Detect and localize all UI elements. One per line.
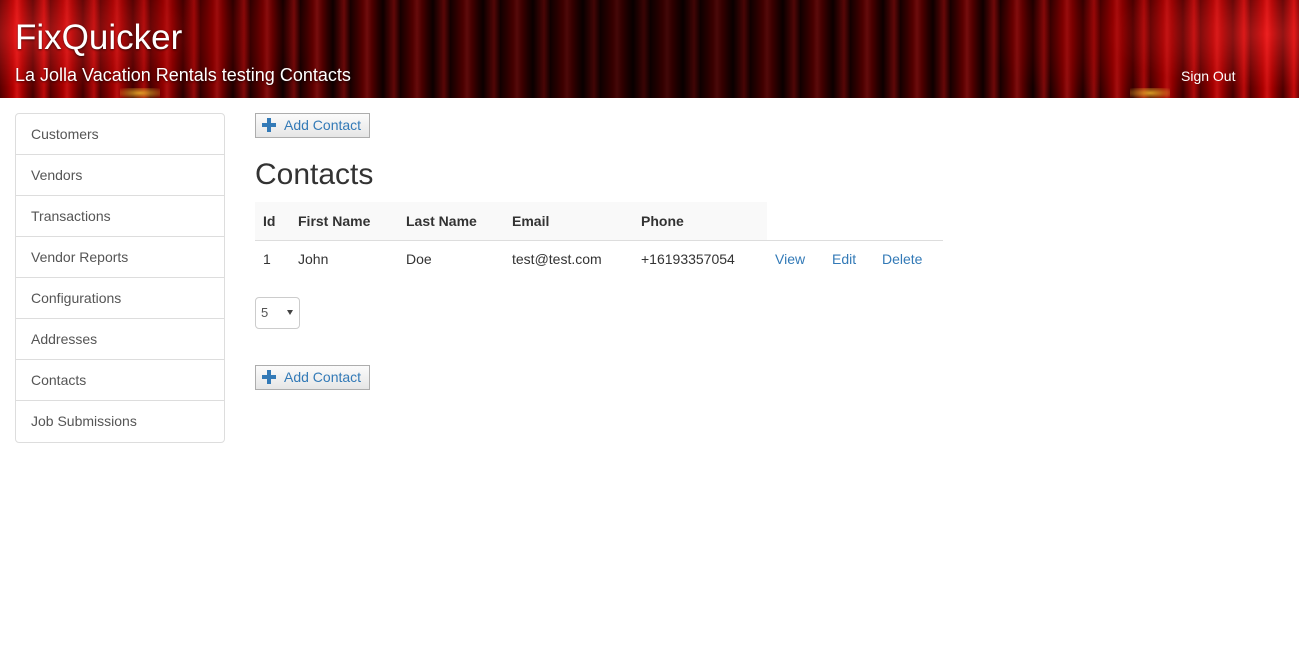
delete-link[interactable]: Delete: [874, 240, 943, 277]
sidebar-item-configurations[interactable]: Configurations: [16, 278, 224, 319]
sign-out-link[interactable]: Sign Out: [1181, 68, 1235, 84]
app-subtitle: La Jolla Vacation Rentals testing Contac…: [15, 65, 351, 85]
sidebar-nav: Customers Vendors Transactions Vendor Re…: [15, 113, 225, 443]
column-header-first-name: First Name: [290, 202, 398, 241]
sidebar-item-vendors[interactable]: Vendors: [16, 155, 224, 196]
plus-icon: [262, 370, 276, 384]
add-contact-label: Add Contact: [284, 117, 362, 133]
add-contact-button-top[interactable]: Add Contact: [255, 113, 370, 138]
sidebar-item-job-submissions[interactable]: Job Submissions: [16, 401, 224, 442]
header-banner: FixQuicker La Jolla Vacation Rentals tes…: [0, 0, 1299, 98]
curtain-right: [979, 0, 1299, 98]
edit-link[interactable]: Edit: [824, 240, 874, 277]
column-header-id: Id: [255, 202, 290, 241]
page-size-value: 5: [261, 305, 269, 320]
table-row: 1 John Doe test@test.com +16193357054 Vi…: [255, 240, 943, 277]
app-title: FixQuicker: [15, 18, 183, 57]
add-contact-button-bottom[interactable]: Add Contact: [255, 365, 370, 390]
table-header-row: Id First Name Last Name Email Phone: [255, 202, 943, 241]
column-header-blank: [824, 202, 874, 241]
curtain-tassel-right: [1130, 88, 1170, 98]
plus-icon: [262, 118, 276, 132]
column-header-blank: [874, 202, 943, 241]
add-contact-label: Add Contact: [284, 369, 362, 385]
caret-down-icon: [287, 310, 293, 315]
page-title: Contacts: [255, 158, 374, 191]
column-header-last-name: Last Name: [398, 202, 504, 241]
page-size-select[interactable]: 5: [255, 297, 300, 329]
column-header-blank: [767, 202, 824, 241]
contacts-table: Id First Name Last Name Email Phone 1 Jo…: [255, 202, 943, 277]
curtain-tassel-left: [120, 88, 160, 98]
view-link[interactable]: View: [767, 240, 824, 277]
sidebar-item-transactions[interactable]: Transactions: [16, 196, 224, 237]
sidebar-item-customers[interactable]: Customers: [16, 114, 224, 155]
column-header-email: Email: [504, 202, 633, 241]
cell-phone: +16193357054: [641, 250, 735, 267]
cell-first-name: John: [298, 250, 329, 267]
sidebar-item-addresses[interactable]: Addresses: [16, 319, 224, 360]
cell-id: 1: [263, 250, 271, 267]
cell-last-name: Doe: [406, 250, 432, 267]
sidebar-item-contacts[interactable]: Contacts: [16, 360, 224, 401]
sidebar-item-vendor-reports[interactable]: Vendor Reports: [16, 237, 224, 278]
column-header-phone: Phone: [633, 202, 767, 241]
cell-email: test@test.com: [512, 250, 602, 267]
